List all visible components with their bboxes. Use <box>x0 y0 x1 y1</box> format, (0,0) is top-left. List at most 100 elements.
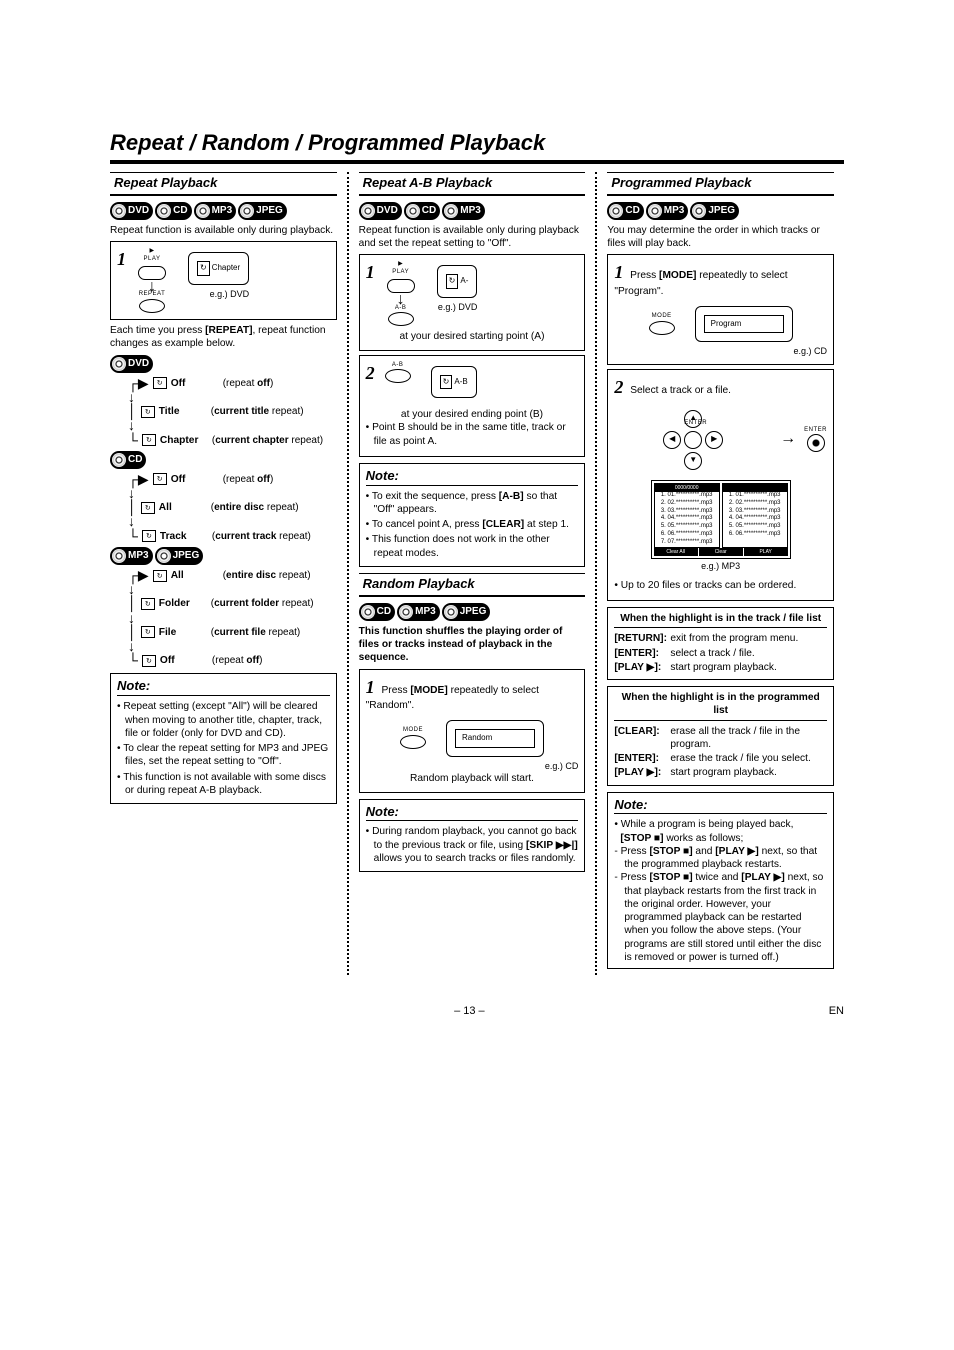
enter-label: ENTER <box>804 427 827 435</box>
disc-badge-jpeg: JPEG <box>442 603 491 621</box>
nav-cross: ▲ ◀ ▶ ▼ ENTER <box>663 410 723 470</box>
note-title: Note: <box>366 468 579 486</box>
repeat-osd-icon: ↻ <box>446 274 459 288</box>
step1-box: 1 ▶PLAY ↓ REPEAT ↻Chapter e.g.) DVD <box>110 241 337 320</box>
caption: e.g.) MP3 <box>614 561 827 573</box>
repeat-osd-icon: ↻ <box>141 598 155 610</box>
note-item: To clear the repeat setting for MP3 and … <box>117 742 330 769</box>
disc-icon <box>609 204 623 218</box>
disc-badge-mp3: MP3 <box>110 547 153 565</box>
repeat-button <box>139 299 165 313</box>
repeat-osd-icon: ↻ <box>141 406 155 418</box>
note-box: Note: Repeat setting (except "All") will… <box>110 673 337 804</box>
ab-button <box>388 312 414 326</box>
step-note: Point B should be in the same title, tra… <box>366 421 579 448</box>
step-text: at your desired starting point (A) <box>366 330 579 343</box>
repeat-osd-icon: ↻ <box>142 434 156 446</box>
note-item: This function is not available with some… <box>117 771 330 798</box>
disc-icon <box>444 605 458 619</box>
caption: e.g.) DVD <box>188 289 249 301</box>
note-box: Note: • While a program is being played … <box>607 792 834 970</box>
repeat-osd-icon: ↻ <box>153 570 167 582</box>
disc-row: DVD CD MP3 JPEG <box>110 202 337 220</box>
osd-wrapper: ↻Chapter <box>188 252 249 284</box>
osd-text: A- <box>460 276 468 285</box>
osd-text: Chapter <box>212 263 240 272</box>
disc-icon <box>444 204 458 218</box>
mp3-cycle: ┌▶↻All(entire disc repeat) ↓ │↻Folder(cu… <box>110 569 337 668</box>
disc-badge-cd: CD <box>359 603 395 621</box>
osd-wrapper: Random <box>446 720 544 756</box>
play-label: ▶PLAY <box>144 248 161 264</box>
arrow-down-icon: ↓ <box>397 295 405 305</box>
step2-box: 2 A-B ↻A-B at your desired ending point … <box>359 355 586 457</box>
prog-header: When the highlight is in the track / fil… <box>614 612 827 628</box>
osd-text: A-B <box>454 377 467 386</box>
disc-icon <box>157 549 171 563</box>
repeat-osd-icon: ↻ <box>153 473 167 485</box>
disc-badge-dvd: DVD <box>110 202 153 220</box>
step-number: 2 <box>614 376 623 399</box>
disc-badge-cd: CD <box>110 451 146 469</box>
column-programmed: Programmed Playback CD MP3 JPEG You may … <box>595 172 844 975</box>
disc-icon <box>112 357 126 371</box>
disc-icon <box>406 204 420 218</box>
step-number: 1 <box>614 261 623 284</box>
disc-badge-dvd: DVD <box>359 202 402 220</box>
enter-label: ENTER <box>684 420 702 428</box>
note-title: Note: <box>614 797 827 815</box>
note-item: To exit the sequence, press [A-B] so tha… <box>366 490 579 517</box>
disc-icon <box>112 204 126 218</box>
note-title: Note: <box>366 804 579 822</box>
intro-text: You may determine the order in which tra… <box>607 224 834 251</box>
disc-icon <box>692 204 706 218</box>
caption: e.g.) CD <box>614 346 827 358</box>
title-rule <box>110 160 844 164</box>
note-item: Press [STOP ■] and [PLAY ▶] next, so tha… <box>614 845 827 872</box>
disc-badge-mp3: MP3 <box>397 603 440 621</box>
disc-icon <box>112 549 126 563</box>
step-number: 1 <box>366 261 375 284</box>
down-button: ▼ <box>684 452 702 470</box>
note-item: To cancel point A, press [CLEAR] at step… <box>366 518 579 531</box>
note-item: Press [STOP ■] twice and [PLAY ▶] next, … <box>614 871 827 964</box>
note-box: Note: During random playback, you cannot… <box>359 799 586 873</box>
intro-text: This function shuffles the playing order… <box>359 625 586 665</box>
disc-icon <box>196 204 210 218</box>
page-title: Repeat / Random / Programmed Playback <box>110 130 844 156</box>
upto-text: Up to 20 files or tracks can be ordered. <box>614 579 827 592</box>
page-lang: EN <box>829 1005 844 1017</box>
step-number: 2 <box>366 362 375 385</box>
repeat-osd-icon: ↻ <box>153 377 167 389</box>
file-list-left: 0000/0000 1. 01.**********.mp3 2. 02.***… <box>654 483 720 548</box>
intro-text: Repeat function is available only during… <box>110 224 337 237</box>
intro-text: Repeat function is available only during… <box>359 224 586 251</box>
arrow-down-icon: ↓ <box>148 282 156 292</box>
note-item: This function does not work in the other… <box>366 533 579 560</box>
cd-cycle: ┌▶↻Off(repeat off) ↓ │↻All(entire disc r… <box>110 473 337 543</box>
disc-icon <box>240 204 254 218</box>
step-text: at your desired ending point (B) <box>366 408 579 421</box>
step-number: 1 <box>117 248 126 271</box>
caption: e.g.) CD <box>366 761 579 773</box>
osd-wrapper: ↻A- <box>437 265 478 297</box>
mode-label: MODE <box>403 727 423 735</box>
disc-badge-mp3: MP3 <box>194 202 237 220</box>
osd-text: Program <box>704 315 784 333</box>
disc-badge-cd: CD <box>404 202 440 220</box>
mode-label: MODE <box>652 313 672 321</box>
column-repeat: Repeat Playback DVD CD MP3 JPEG Repeat f… <box>110 172 347 975</box>
osd-wrapper: ↻A-B <box>431 366 477 398</box>
disc-badge-jpeg: JPEG <box>690 202 739 220</box>
note-item: Repeat setting (except "All") will be cl… <box>117 700 330 740</box>
disc-badge-jpeg: JPEG <box>155 547 204 565</box>
play-label: ▶PLAY <box>392 261 409 277</box>
page-number: – 13 – <box>454 1005 485 1017</box>
repeat-osd-icon: ↻ <box>141 502 155 514</box>
step2-box: 2 Select a track or a file. ▲ ◀ ▶ ▼ ENTE… <box>607 369 834 601</box>
section-title-repeat: Repeat Playback <box>110 172 337 196</box>
disc-icon <box>361 204 375 218</box>
ab-label: A-B <box>392 362 404 370</box>
note-item: During random playback, you cannot go ba… <box>366 825 579 865</box>
ab-label: A-B <box>395 305 407 313</box>
